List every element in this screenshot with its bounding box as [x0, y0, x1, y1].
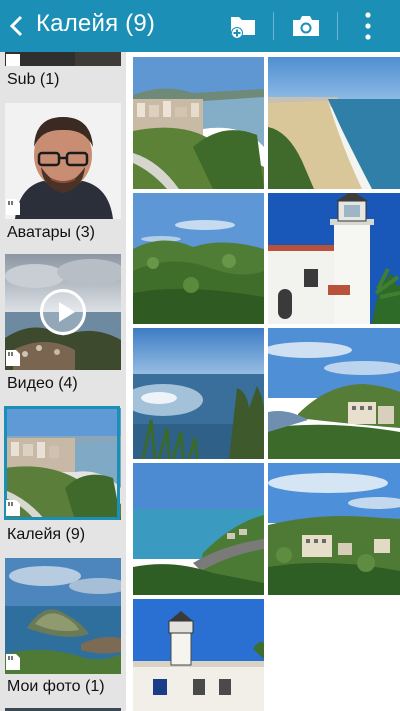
back-button[interactable] [4, 12, 30, 40]
sd-card-icon [6, 199, 20, 215]
album-title: Калейя (9) [36, 10, 156, 37]
album-thumbnail [5, 52, 121, 66]
photo-thumbnail[interactable] [133, 328, 264, 459]
play-icon [40, 289, 86, 335]
album-label: Аватары (3) [7, 224, 95, 241]
album-label: Калейя (9) [7, 526, 86, 543]
photo-thumbnail[interactable] [268, 463, 400, 595]
album-thumbnail [5, 103, 121, 219]
album-list[interactable]: Sub (1) Аватары (3) Видео (4) Калейя (9)… [0, 52, 126, 711]
photo-thumbnail[interactable] [133, 193, 264, 324]
album-thumbnail [5, 254, 121, 370]
more-options-button[interactable] [352, 0, 384, 52]
sd-card-icon [6, 350, 20, 366]
selection-frame [4, 406, 120, 520]
sd-card-icon [6, 54, 20, 66]
camera-button[interactable] [286, 0, 326, 52]
photo-thumbnail[interactable] [133, 599, 264, 711]
album-label: Видео (4) [7, 375, 78, 392]
photo-thumbnail[interactable] [133, 463, 264, 595]
chevron-left-icon [9, 15, 23, 37]
camera-icon [293, 16, 319, 36]
photo-thumbnail[interactable] [268, 328, 400, 459]
divider [337, 12, 338, 40]
photo-thumbnail[interactable] [268, 57, 400, 189]
app-bar: Калейя (9) [0, 0, 400, 52]
photo-thumbnail[interactable] [268, 193, 400, 324]
sd-card-icon [6, 654, 20, 670]
photo-thumbnail[interactable] [133, 57, 264, 189]
new-folder-icon [231, 17, 255, 39]
new-folder-button[interactable] [222, 0, 264, 52]
sd-card-icon [6, 500, 20, 516]
album-thumbnail [5, 558, 121, 674]
album-label: Sub (1) [7, 71, 60, 88]
album-label: Мои фото (1) [7, 678, 105, 695]
divider [273, 12, 274, 40]
photo-grid[interactable] [130, 52, 400, 711]
more-vertical-icon [365, 12, 371, 40]
